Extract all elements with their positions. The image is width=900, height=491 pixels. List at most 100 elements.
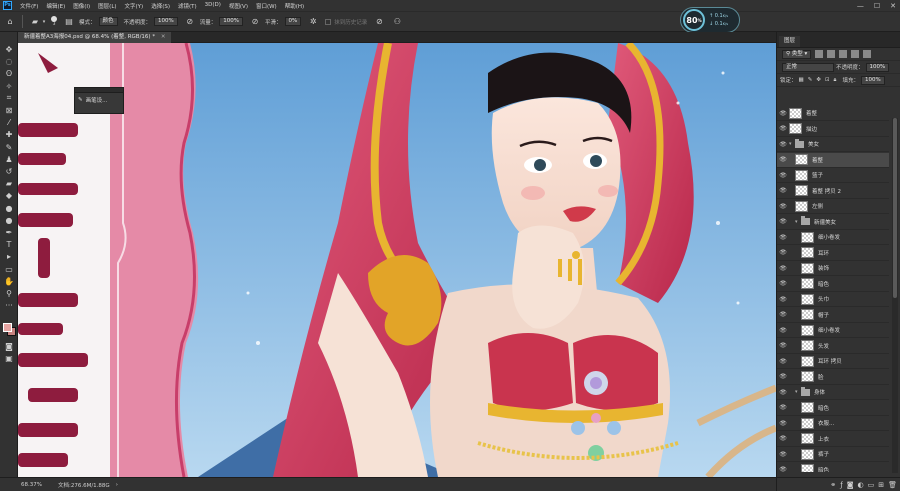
blur-icon[interactable]: ● [2, 203, 16, 214]
bucket-icon[interactable]: ◆ [2, 190, 16, 201]
lock-pixels-icon[interactable]: ▦ [799, 77, 804, 83]
layer-row[interactable]: 👁︎ 裤子 [777, 447, 889, 462]
menu-item[interactable]: 窗口(W) [252, 2, 281, 10]
layer-row[interactable]: 👁︎ 着整 拷贝 2 [777, 184, 889, 199]
blend-mode-select[interactable]: 正常 [782, 62, 834, 72]
eye-icon[interactable]: 👁︎ [777, 234, 789, 241]
eye-icon[interactable]: 👁︎ [777, 141, 789, 148]
brush-preset-picker[interactable]: 3 [51, 16, 57, 27]
link-layers-icon[interactable]: ⚭ [830, 481, 836, 489]
zoom-icon[interactable]: ⚲ [2, 288, 16, 299]
tab-close-icon[interactable]: ✕ [161, 34, 166, 40]
scrollbar-thumb[interactable] [893, 118, 897, 298]
new-group-icon[interactable]: ▭ [868, 481, 875, 489]
layer-row[interactable]: 👁︎ 耳环 拷贝 [777, 354, 889, 369]
eye-icon[interactable]: 👁︎ [777, 466, 789, 472]
more-icon[interactable]: ··· [2, 300, 16, 311]
eyedropper-icon[interactable]: ⁄ [2, 117, 16, 128]
rect-shape-icon[interactable]: ▭ [2, 264, 16, 275]
chevron-down-icon[interactable]: ▾ [41, 16, 47, 28]
lock-move-icon[interactable]: ✥ [816, 77, 821, 83]
document-tab[interactable]: 新疆着整A3海报04.psd @ 68.4% (着整, RGB/16) * ✕ [18, 32, 172, 43]
airbrush-icon[interactable]: ⊘ [249, 16, 261, 28]
layer-style-icon[interactable]: ƒ [840, 481, 842, 489]
eye-icon[interactable]: 👁︎ [777, 296, 789, 303]
layer-group-row[interactable]: 👁︎ ▾ 身体 [777, 385, 889, 400]
layer-row[interactable]: 👁︎ 着整 [777, 152, 889, 168]
eraser-icon[interactable]: ▰ [2, 178, 16, 189]
foreground-color-swatch[interactable] [3, 323, 12, 332]
brush-settings-row[interactable]: ✎ 画笔设... [75, 93, 123, 107]
menu-item[interactable]: 图像(I) [69, 2, 94, 10]
layer-row[interactable]: 👁︎ 左侧 [777, 199, 889, 214]
eye-icon[interactable]: 👁︎ [777, 156, 789, 163]
menu-item[interactable]: 滤镜(T) [174, 2, 201, 10]
eye-icon[interactable]: 👁︎ [777, 389, 789, 396]
hand-icon[interactable]: ✋ [2, 276, 16, 287]
stamp-icon[interactable]: ♟ [2, 154, 16, 165]
flow-input[interactable]: 100% [219, 17, 244, 26]
history-brush-icon[interactable]: ↺ [2, 166, 16, 177]
delete-layer-icon[interactable]: 🗑︎ [888, 481, 897, 489]
pixel-filter-icon[interactable] [815, 50, 824, 58]
eye-icon[interactable]: 👁︎ [777, 358, 789, 365]
minimize-icon[interactable]: — [857, 2, 864, 10]
quick-mask-icon[interactable]: ◙ [2, 341, 16, 352]
menu-item[interactable]: 文字(Y) [121, 2, 148, 10]
layer-group-row[interactable]: 👁︎ ▾ 美女 [777, 137, 889, 152]
menu-item[interactable]: 帮助(H) [281, 2, 308, 10]
smart-filter-icon[interactable] [863, 50, 872, 58]
adjustment-layer-icon[interactable]: ◐ [858, 481, 864, 489]
eye-icon[interactable]: 👁︎ [777, 172, 789, 179]
layer-row[interactable]: 👁︎ 暗色 [777, 277, 889, 292]
eye-icon[interactable]: 👁︎ [777, 342, 789, 349]
frame-icon[interactable]: ⊠ [2, 105, 16, 116]
eye-icon[interactable]: 👁︎ [777, 249, 789, 256]
lock-all-icon[interactable]: 🔒︎ [834, 77, 837, 84]
layer-group-row[interactable]: 👁︎ ▾ 新疆美女 [777, 215, 889, 230]
eye-icon[interactable]: 👁︎ [777, 311, 789, 318]
gear-icon[interactable]: ✲ [307, 16, 319, 28]
eye-icon[interactable]: 👁︎ [777, 187, 789, 194]
pen-icon[interactable]: ✒ [2, 227, 16, 238]
eye-icon[interactable]: 👁︎ [777, 125, 789, 132]
layer-row[interactable]: 👁︎ 暗色 [777, 401, 889, 416]
adjustment-filter-icon[interactable] [827, 50, 836, 58]
maximize-icon[interactable]: ☐ [874, 2, 880, 10]
path-select-icon[interactable]: ▸ [2, 251, 16, 262]
status-arrow-icon[interactable]: › [116, 482, 118, 488]
fill-input[interactable]: 100% [861, 75, 885, 85]
menu-item[interactable]: 编辑(E) [42, 2, 69, 10]
eye-icon[interactable]: 👁︎ [777, 203, 789, 210]
add-mask-icon[interactable]: ◙ [847, 481, 854, 489]
mode-select[interactable]: 颜色 [98, 17, 118, 26]
layer-opacity-input[interactable]: 100% [865, 62, 890, 72]
eye-icon[interactable]: 👁︎ [777, 373, 789, 380]
layer-row[interactable]: 👁︎ 帽子 [777, 308, 889, 323]
menu-item[interactable]: 视图(V) [225, 2, 252, 10]
menu-item[interactable]: 3D(D) [201, 2, 225, 10]
crop-icon[interactable]: ⌗ [2, 93, 16, 104]
lock-paint-icon[interactable]: ✎ [808, 77, 813, 83]
eye-icon[interactable]: 👁︎ [777, 420, 789, 427]
eye-icon[interactable]: 👁︎ [777, 280, 789, 287]
type-filter-icon[interactable] [839, 50, 848, 58]
layer-row[interactable]: 👁︎ 篮子 [777, 168, 889, 183]
layer-row[interactable]: 👁︎ 头发 [777, 339, 889, 354]
shape-filter-icon[interactable] [851, 50, 860, 58]
layer-row[interactable]: 👁︎ 着整 [777, 106, 889, 121]
layer-row[interactable]: 👁︎ 脸 [777, 370, 889, 385]
zoom-level[interactable]: 68.37% [21, 482, 42, 488]
layer-row[interactable]: 👁︎ 装饰 [777, 261, 889, 276]
type-icon[interactable]: T [2, 239, 16, 250]
layer-row[interactable]: 👁︎ 衣服... [777, 416, 889, 431]
layer-row[interactable]: 👁︎ 暗色 [777, 463, 889, 472]
layer-row[interactable]: 👁︎ 头巾 [777, 292, 889, 307]
eye-icon[interactable]: 👁︎ [777, 435, 789, 442]
close-icon[interactable]: ✕ [890, 2, 896, 10]
lasso-icon[interactable]: ʘ [2, 68, 16, 79]
menu-item[interactable]: 图层(L) [94, 2, 120, 10]
layer-row[interactable]: 👁︎ 上衣 [777, 432, 889, 447]
document-canvas[interactable]: ✎ 画笔设... [18, 43, 776, 477]
layer-filter-select[interactable]: ⚲ 类型 ▾ [782, 49, 812, 59]
